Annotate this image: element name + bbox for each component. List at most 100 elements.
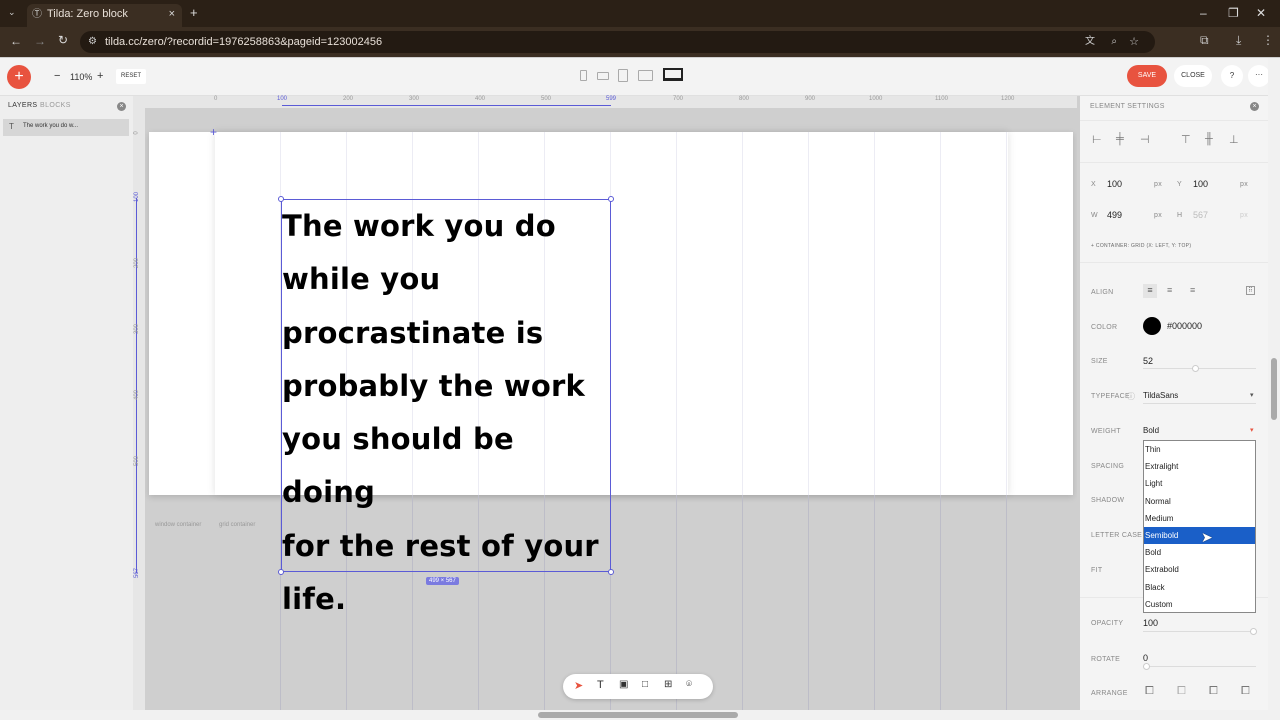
zoom-level: 110% xyxy=(70,72,93,82)
reset-zoom-button[interactable]: RESET xyxy=(116,69,147,84)
send-backward-icon[interactable]: ⧠ xyxy=(1209,685,1218,698)
grid-container-label: grid container xyxy=(219,522,256,528)
mobile-landscape-icon[interactable] xyxy=(597,72,609,80)
align-top-icon[interactable]: ⊤ xyxy=(1181,133,1191,146)
text-tool-icon[interactable]: T xyxy=(597,679,604,691)
weight-option[interactable]: Custom xyxy=(1144,596,1255,613)
layer-item[interactable]: T The work you do w... xyxy=(3,119,129,136)
text-element[interactable]: The work you do while you procrastinate … xyxy=(278,196,614,616)
close-tab-icon[interactable]: × xyxy=(169,4,175,25)
size-field[interactable]: 52 xyxy=(1143,356,1153,366)
align-left-icon[interactable]: ⊢ xyxy=(1092,133,1102,146)
more-button[interactable]: ··· xyxy=(1248,65,1270,87)
weight-select[interactable]: Bold xyxy=(1143,426,1159,435)
size-slider-handle[interactable] xyxy=(1192,365,1199,372)
text-element-content[interactable]: The work you do while you procrastinate … xyxy=(282,200,612,626)
opacity-field[interactable]: 100 xyxy=(1143,618,1158,628)
zoom-icon[interactable]: ⌕ xyxy=(1111,31,1117,53)
text-align-left-icon[interactable]: ≡ xyxy=(1143,284,1157,298)
canvas[interactable]: + window container grid container The wo… xyxy=(145,108,1077,710)
resize-handle[interactable] xyxy=(278,569,284,575)
close-button[interactable]: CLOSE xyxy=(1174,65,1212,87)
horizontal-scrollbar[interactable] xyxy=(0,710,1280,720)
y-field[interactable]: 100 xyxy=(1193,179,1208,189)
button-tool-icon[interactable]: ⊞ xyxy=(664,679,672,690)
h-field[interactable]: 567 xyxy=(1193,210,1208,220)
align-center-icon[interactable]: ╪ xyxy=(1116,133,1124,145)
weight-option[interactable]: Extralight xyxy=(1144,458,1255,475)
bookmark-star-icon[interactable]: ☆ xyxy=(1129,31,1139,53)
w-field[interactable]: 499 xyxy=(1107,210,1122,220)
forward-icon[interactable]: → xyxy=(34,34,46,48)
y-label: Y xyxy=(1177,181,1182,188)
back-icon[interactable]: ← xyxy=(10,34,22,48)
weight-option[interactable]: Medium xyxy=(1144,510,1255,527)
site-info-icon[interactable]: ⚙ xyxy=(88,31,97,53)
more-align-icon[interactable]: ⠿ xyxy=(1246,286,1255,295)
pointer-tool-icon[interactable]: ➤ xyxy=(574,679,583,692)
new-tab-button[interactable]: + xyxy=(190,5,198,20)
scroll-thumb[interactable] xyxy=(1271,358,1277,420)
rotate-slider-handle[interactable] xyxy=(1143,663,1150,670)
bring-front-icon[interactable]: ⧠ xyxy=(1145,685,1154,698)
container-note[interactable]: + CONTAINER: GRID (X: LEFT, Y: TOP) xyxy=(1091,243,1191,249)
save-button[interactable]: SAVE xyxy=(1127,65,1167,87)
rotate-field[interactable]: 0 xyxy=(1143,653,1148,663)
image-tool-icon[interactable]: ▣ xyxy=(619,679,628,690)
resize-handle[interactable] xyxy=(278,196,284,202)
weight-option[interactable]: Light xyxy=(1144,475,1255,492)
typeface-info-icon[interactable]: ⓘ xyxy=(1127,391,1135,402)
tab-layers[interactable]: LAYERS xyxy=(8,102,38,109)
text-align-right-icon[interactable]: ≡ xyxy=(1190,285,1195,295)
download-icon[interactable]: ⤓ xyxy=(1236,33,1241,48)
typeface-chevron-icon[interactable]: ▾ xyxy=(1250,391,1254,399)
align-bottom-icon[interactable]: ⊥ xyxy=(1229,133,1239,146)
align-right-icon[interactable]: ⊣ xyxy=(1140,133,1150,146)
resize-handle[interactable] xyxy=(608,569,614,575)
color-swatch[interactable] xyxy=(1143,317,1161,335)
zoom-out-button[interactable]: − xyxy=(54,70,60,82)
zoom-in-button[interactable]: + xyxy=(97,70,103,82)
minimize-icon[interactable]: – xyxy=(1200,6,1207,20)
weight-option[interactable]: Normal xyxy=(1144,493,1255,510)
tablet-portrait-icon[interactable] xyxy=(618,69,628,82)
text-align-center-icon[interactable]: ≡ xyxy=(1167,285,1172,295)
text-line: procrastinate is xyxy=(282,315,544,350)
weight-option[interactable]: Bold xyxy=(1144,544,1255,561)
more-tools-icon[interactable]: ⌾ xyxy=(686,679,692,690)
add-element-button[interactable]: + xyxy=(7,65,31,89)
weight-chevron-icon[interactable]: ▾ xyxy=(1250,426,1254,434)
opacity-slider-handle[interactable] xyxy=(1250,628,1257,635)
resize-handle[interactable] xyxy=(608,196,614,202)
typeface-select[interactable]: TildaSans xyxy=(1143,391,1178,400)
weight-option[interactable]: Extrabold xyxy=(1144,561,1255,578)
weight-option[interactable]: Black xyxy=(1144,579,1255,596)
scroll-thumb[interactable] xyxy=(538,712,738,718)
tab-menu-icon[interactable]: ⌄ xyxy=(8,7,16,18)
weight-option-highlighted[interactable]: Semibold xyxy=(1144,526,1255,545)
close-window-icon[interactable]: ✕ xyxy=(1256,6,1266,20)
shape-tool-icon[interactable]: □ xyxy=(642,679,648,690)
align-middle-icon[interactable]: ╫ xyxy=(1205,133,1213,145)
tab-blocks[interactable]: BLOCKS xyxy=(40,102,71,109)
vertical-scrollbar[interactable] xyxy=(1268,58,1280,710)
help-button[interactable]: ? xyxy=(1221,65,1243,87)
ruler-tick: 0 xyxy=(214,96,218,102)
desktop-icon[interactable] xyxy=(663,68,683,81)
close-settings-icon[interactable]: × xyxy=(1250,102,1259,111)
weight-option[interactable]: Thin xyxy=(1144,441,1255,458)
x-field[interactable]: 100 xyxy=(1107,179,1122,189)
restore-icon[interactable]: ❐ xyxy=(1228,6,1239,20)
browser-tab[interactable]: Ⓣ Tilda: Zero block × xyxy=(27,4,182,27)
close-panel-icon[interactable]: × xyxy=(117,102,126,111)
tablet-landscape-icon[interactable] xyxy=(638,70,653,81)
bring-forward-icon[interactable]: ⧠ xyxy=(1177,685,1186,698)
extensions-icon[interactable]: ⧉ xyxy=(1200,33,1209,48)
reload-icon[interactable]: ↻ xyxy=(58,33,68,47)
color-field[interactable]: #000000 xyxy=(1167,321,1202,331)
browser-menu-icon[interactable]: ⋮ xyxy=(1262,33,1274,47)
url-field[interactable]: ⚙ tilda.cc/zero/?recordid=1976258863&pag… xyxy=(80,31,1155,53)
send-back-icon[interactable]: ⧠ xyxy=(1241,685,1250,698)
mobile-portrait-icon[interactable] xyxy=(580,70,587,81)
translate-icon[interactable]: ⽂ xyxy=(1085,31,1095,53)
